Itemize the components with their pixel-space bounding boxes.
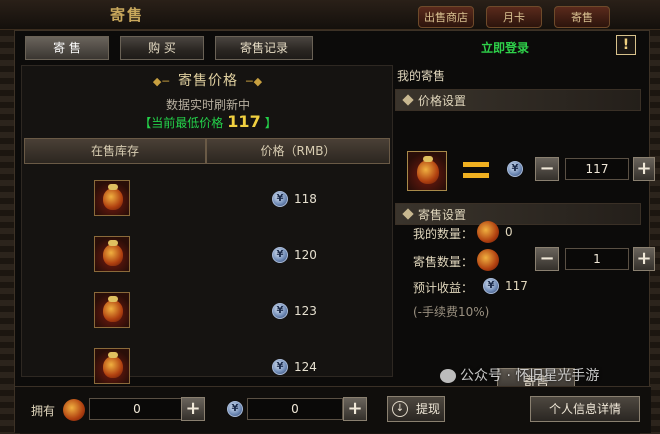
gold-pouch-icon bbox=[94, 180, 130, 216]
listing-row[interactable]: ¥118 bbox=[22, 172, 394, 228]
market-title-text: 寄售价格 bbox=[178, 73, 238, 89]
listing-row[interactable]: ¥123 bbox=[22, 284, 394, 340]
listing-price-value: 118 bbox=[294, 191, 317, 206]
quantity-decrease-button[interactable]: − bbox=[535, 247, 559, 271]
sale-settings-label: 寄售设置 bbox=[418, 208, 467, 222]
gold-pouch-icon bbox=[477, 249, 499, 271]
gold-pouch-icon bbox=[94, 292, 130, 328]
nav-consign[interactable]: 寄售 bbox=[554, 6, 610, 28]
tab-sell[interactable]: 寄 售 bbox=[25, 36, 109, 60]
withdraw-icon: ↓ bbox=[392, 401, 408, 417]
equals-icon bbox=[463, 162, 489, 178]
window-title: 寄售 bbox=[110, 6, 145, 24]
listing-price: ¥124 bbox=[272, 359, 317, 375]
gold-pouch-icon bbox=[407, 151, 447, 191]
withdraw-label: 提现 bbox=[415, 402, 440, 416]
my-sale-panel: 我的寄售 价格设置 ¥ − 117 + 寄售设置 我的数量： 0 寄售数量： −… bbox=[393, 65, 655, 398]
yuan-coin-icon: ¥ bbox=[483, 278, 499, 294]
price-settings-header: 价格设置 bbox=[395, 89, 641, 111]
listing-price-value: 123 bbox=[294, 303, 317, 318]
window-titlebar: 寄售 出售商店 月卡 寄售 bbox=[0, 0, 660, 30]
listing-price-value: 120 bbox=[294, 247, 317, 262]
gold-pouch-icon bbox=[94, 348, 130, 384]
nav-monthly-card[interactable]: 月卡 bbox=[486, 6, 542, 28]
my-sale-title: 我的寄售 bbox=[397, 69, 446, 83]
ornament-icon: ─◆ bbox=[246, 75, 264, 88]
yuan-coin-icon: ¥ bbox=[272, 359, 288, 375]
withdraw-button[interactable]: ↓ 提现 bbox=[387, 396, 445, 422]
login-link[interactable]: 立即登录 bbox=[481, 39, 529, 56]
yuan-coin-icon: ¥ bbox=[272, 303, 288, 319]
refresh-note: 数据实时刷新中 bbox=[165, 98, 250, 112]
wechat-icon bbox=[440, 369, 456, 383]
quantity-increase-button[interactable]: + bbox=[633, 247, 655, 271]
listing-price: ¥118 bbox=[272, 191, 317, 207]
market-title: ◆─ 寄售价格 ─◆ bbox=[22, 70, 394, 90]
gold-pouch-icon bbox=[94, 236, 130, 272]
listing-price: ¥123 bbox=[272, 303, 317, 319]
personal-info-button[interactable]: 个人信息详情 bbox=[530, 396, 640, 422]
expected-income-label: 预计收益： bbox=[413, 281, 474, 295]
tab-sell-records[interactable]: 寄售记录 bbox=[215, 36, 313, 60]
listing-price: ¥120 bbox=[272, 247, 317, 263]
listing-price-value: 124 bbox=[294, 359, 317, 374]
lowest-label: 【当前最低价格 bbox=[139, 116, 224, 130]
yuan-coin-icon: ¥ bbox=[272, 247, 288, 263]
fee-note: (-手续费10%) bbox=[413, 305, 490, 319]
own-currency-add-button[interactable]: + bbox=[343, 397, 367, 421]
price-settings-label: 价格设置 bbox=[418, 94, 467, 108]
gold-pouch-icon bbox=[63, 399, 85, 421]
market-price-panel: ◆─ 寄售价格 ─◆ 数据实时刷新中 【当前最低价格 117】 在售库存 价格（RMB… bbox=[21, 65, 394, 410]
gold-pouch-icon bbox=[477, 221, 499, 243]
listing-row[interactable]: ¥120 bbox=[22, 228, 394, 284]
lowest-label-close: 】 bbox=[264, 116, 277, 130]
ornament-icon: ◆─ bbox=[152, 75, 170, 88]
price-input[interactable]: 117 bbox=[565, 158, 629, 180]
my-quantity-value: 0 bbox=[505, 225, 513, 239]
my-quantity-label: 我的数量： bbox=[413, 227, 474, 241]
sale-settings-header: 寄售设置 bbox=[395, 203, 641, 225]
expected-income-value: 117 bbox=[505, 279, 528, 293]
own-item-field: 0 bbox=[89, 398, 185, 420]
own-label: 拥有 bbox=[31, 404, 56, 418]
inventory-bar: 拥有 0 + ¥ 0 + ↓ 提现 个人信息详情 bbox=[15, 386, 651, 433]
yuan-coin-icon: ¥ bbox=[272, 191, 288, 207]
column-header-price: 价格（RMB） bbox=[206, 138, 390, 164]
yuan-coin-icon: ¥ bbox=[227, 401, 243, 417]
own-item-add-button[interactable]: + bbox=[181, 397, 205, 421]
yuan-coin-icon: ¥ bbox=[507, 161, 523, 177]
diamond-icon bbox=[402, 94, 414, 106]
own-currency-field: 0 bbox=[247, 398, 343, 420]
price-decrease-button[interactable]: − bbox=[535, 157, 559, 181]
sell-quantity-label: 寄售数量： bbox=[413, 255, 474, 269]
tab-buy[interactable]: 购 买 bbox=[120, 36, 204, 60]
column-header-stock: 在售库存 bbox=[24, 138, 206, 164]
alert-icon[interactable]: ! bbox=[616, 35, 636, 55]
watermark: 公众号 · 怀旧星光手游 bbox=[440, 365, 599, 385]
diamond-icon bbox=[402, 208, 414, 220]
watermark-text: 公众号 · 怀旧星光手游 bbox=[460, 368, 600, 384]
lowest-value: 117 bbox=[227, 112, 261, 131]
nav-shop[interactable]: 出售商店 bbox=[418, 6, 474, 28]
price-increase-button[interactable]: + bbox=[633, 157, 655, 181]
sell-quantity-input[interactable]: 1 bbox=[565, 248, 629, 270]
lowest-price: 【当前最低价格 117】 bbox=[22, 112, 394, 131]
